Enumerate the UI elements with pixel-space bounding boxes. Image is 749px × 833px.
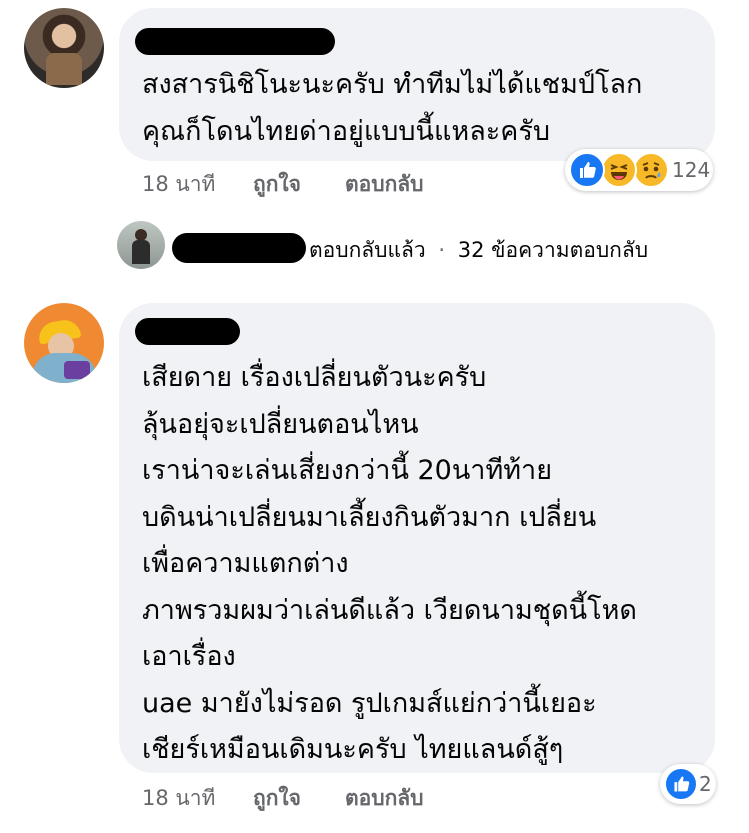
reaction-count: 124	[672, 158, 711, 182]
comment-text: สงสารนิชิโนะนะครับ ทำทีมไม่ได้แชมป์โลก ค…	[142, 62, 642, 155]
replier-avatar[interactable]	[117, 221, 165, 269]
comment-line: บดินน่าเปลี่ยนมาเลี้ยงกินตัวมาก เปลี่ยน	[142, 501, 597, 533]
like-button[interactable]: ถูกใจ	[253, 168, 301, 201]
reaction-summary[interactable]: 2	[660, 764, 716, 804]
view-replies-link[interactable]: ตอบกลับแล้ว · 32 ข้อความตอบกลับ	[309, 234, 648, 267]
like-icon	[664, 767, 698, 801]
reaction-summary[interactable]: 124	[565, 149, 713, 191]
reply-button[interactable]: ตอบกลับ	[345, 168, 424, 201]
separator: ·	[438, 238, 446, 262]
comment-text: เสียดาย เรื่องเปลี่ยนตัวนะครับ ลุ้นอยุ่จ…	[142, 355, 637, 774]
comment-time[interactable]: 18 นาที	[142, 782, 215, 815]
like-icon	[569, 152, 605, 188]
comment-time[interactable]: 18 นาที	[142, 168, 215, 201]
comment-line: เชียร์เหมือนเดิมนะครับ ไทยแลนด์สู้ๆ	[142, 734, 564, 765]
commenter-avatar[interactable]	[24, 8, 104, 88]
like-button[interactable]: ถูกใจ	[253, 782, 301, 815]
comment-line: เราน่าจะเล่นเสี่ยงกว่านี้ 20นาทีท้าย	[142, 455, 553, 486]
comment-line: สงสารนิชิโนะนะครับ ทำทีมไม่ได้แชมป์โลก	[142, 69, 643, 100]
commenter-name-redacted[interactable]	[135, 28, 335, 55]
comment-line: เพื่อความแตกต่าง	[142, 548, 349, 579]
commenter-name-redacted[interactable]	[135, 318, 240, 345]
reply-count: 32 ข้อความตอบกลับ	[457, 238, 649, 262]
comment-line: คุณก็โดนไทยด่าอยู่แบบนี้แหละครับ	[142, 115, 550, 147]
commenter-avatar[interactable]	[24, 303, 104, 383]
comment-line: ภาพรวมผมว่าเล่นดีแล้ว เวียดนามชุดนี้โหด	[142, 594, 637, 626]
comment-line: เสียดาย เรื่องเปลี่ยนตัวนะครับ	[142, 362, 487, 393]
comment-line: uae มายังไม่รอด รูปเกมส์แย่กว่านี้เยอะ	[142, 687, 597, 719]
reaction-count: 2	[699, 772, 712, 796]
replier-name-redacted[interactable]	[172, 233, 306, 263]
reply-button[interactable]: ตอบกลับ	[345, 782, 424, 815]
sad-icon	[633, 152, 669, 188]
comment-meta: 18 นาที ถูกใจ ตอบกลับ	[0, 782, 749, 812]
comment-line: เอาเรื่อง	[142, 641, 236, 672]
haha-icon	[601, 152, 637, 188]
comment-line: ลุ้นอยุ่จะเปลี่ยนตอนไหน	[142, 408, 419, 440]
replied-label: ตอบกลับแล้ว	[309, 238, 426, 262]
